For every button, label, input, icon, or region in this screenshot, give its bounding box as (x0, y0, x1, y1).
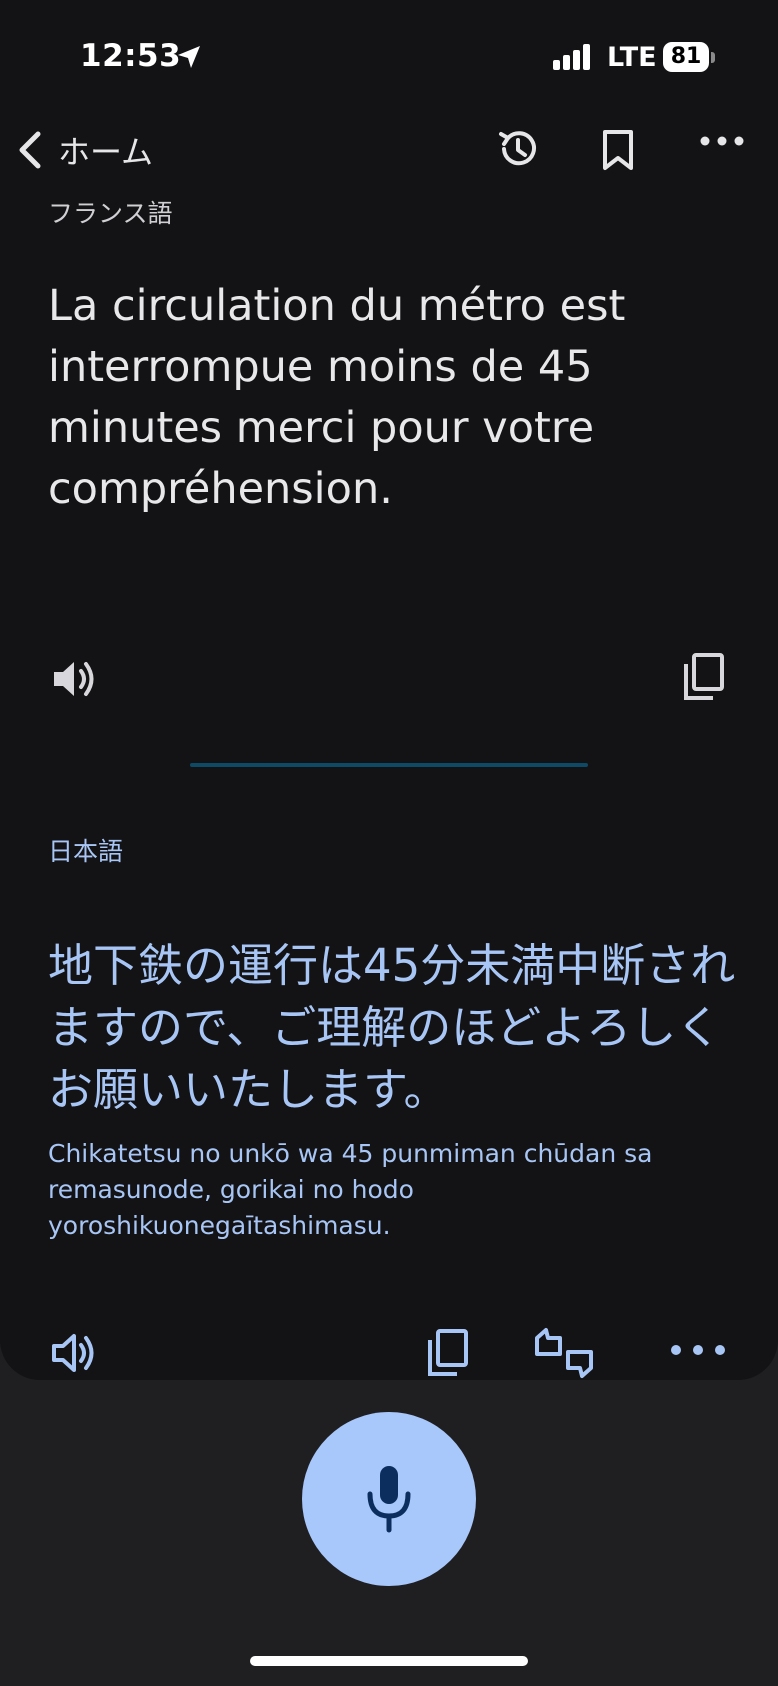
location-arrow-icon (178, 46, 200, 68)
network-type: LTE (607, 42, 657, 73)
battery-cap (711, 52, 715, 63)
source-text[interactable]: La circulation du métro est interrompue … (48, 276, 728, 520)
home-indicator (250, 1656, 528, 1666)
microphone-button[interactable] (302, 1412, 476, 1586)
signal-icon (553, 44, 590, 70)
more-horizontal-icon[interactable] (700, 135, 744, 147)
bookmark-icon[interactable] (600, 128, 636, 172)
more-horizontal-icon[interactable] (670, 1343, 726, 1357)
romanization-text: Chikatetsu no unkō wa 45 punmiman chūdan… (48, 1139, 653, 1240)
section-divider (190, 763, 588, 767)
mic-icon (367, 1466, 411, 1533)
copy-icon[interactable] (682, 652, 726, 702)
feedback-icon[interactable] (534, 1326, 594, 1380)
copy-icon[interactable] (426, 1328, 470, 1378)
target-language-label: 日本語 (48, 837, 124, 866)
chevron-left-icon (19, 131, 41, 169)
translated-text[interactable]: 地下鉄の運行は45分未満中断されますので、ご理解のほどよろしくお願いいたします。 (48, 935, 748, 1121)
speaker-icon[interactable] (50, 1330, 100, 1376)
battery-indicator: 81 (663, 42, 709, 72)
back-label: ホーム (58, 133, 154, 171)
status-time: 12:53 (80, 38, 182, 74)
back-button[interactable]: ホーム (16, 126, 153, 174)
speaker-icon[interactable] (50, 656, 100, 702)
source-language-label: フランス語 (48, 199, 173, 228)
history-icon[interactable] (496, 127, 540, 171)
